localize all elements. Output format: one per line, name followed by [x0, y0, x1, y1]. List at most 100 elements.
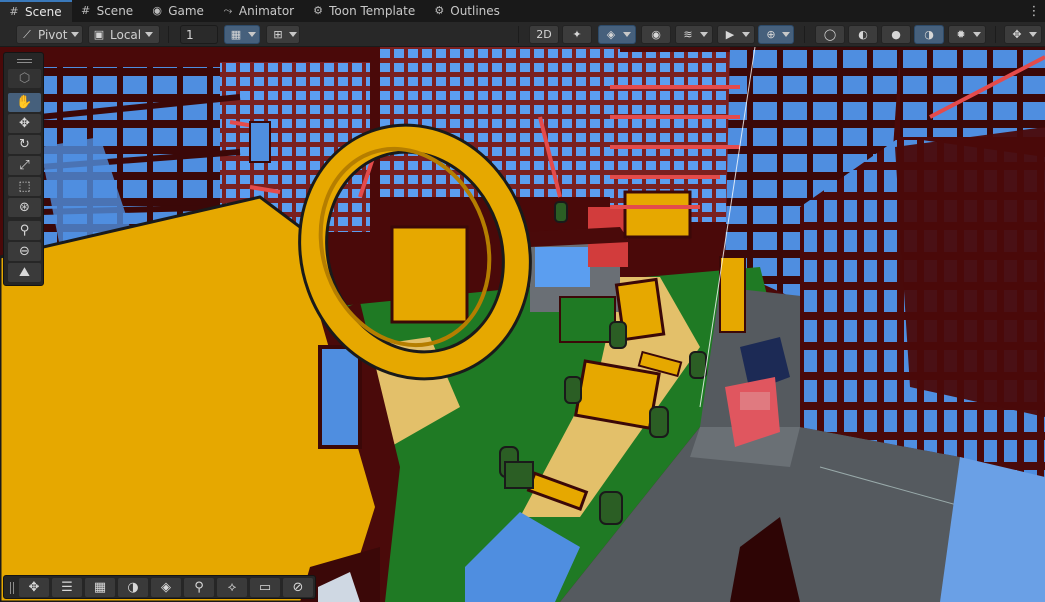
pivot-icon: ⟋: [23, 27, 31, 41]
hand-icon: ✋: [16, 95, 33, 110]
toolbar-divider: [518, 26, 519, 43]
bottom-overlay: ✥ ☰ ▦ ◑ ◈ ⚲ ⟡ ▭ ⊘: [3, 575, 316, 599]
gizmo-icon: ⊕: [766, 28, 776, 41]
scale-icon: ⤢: [19, 158, 30, 173]
camera-dropdown[interactable]: ▶: [717, 25, 755, 44]
rotate-icon: ↻: [19, 137, 30, 152]
rotate-tool-button[interactable]: ↻: [8, 135, 41, 154]
view-cube-icon[interactable]: ⬡: [8, 69, 41, 88]
tab-scene[interactable]: # Scene: [72, 0, 144, 22]
terrain-icon: ⛰: [19, 265, 30, 280]
lit-sphere-icon: ◑: [127, 580, 139, 595]
tab-label: Outlines: [450, 4, 500, 18]
local-label: Local: [110, 27, 142, 42]
more-options-icon[interactable]: ⋮: [1023, 0, 1045, 22]
grid-icon: ▦: [230, 28, 242, 41]
transform-tool-button[interactable]: ⊛: [8, 198, 41, 217]
tab-scene-active[interactable]: # Scene: [0, 0, 72, 22]
tab-bar: # Scene # Scene ◉ Game ⤳ Animator ⚙ Toon…: [0, 0, 1045, 22]
tools-overlay: ⬡ ✋ ✥ ↻ ⤢ ⬚ ⊛ ⚲ ⊖ ⛰: [3, 52, 44, 286]
chevron-down-icon: [1029, 32, 1037, 37]
chevron-down-icon: [742, 32, 750, 37]
unlit-shading-button[interactable]: ●: [881, 25, 911, 44]
scene-visibility-button[interactable]: ◉: [641, 25, 671, 44]
chevron-down-icon: [289, 32, 297, 37]
tab-label: Scene: [25, 5, 62, 19]
tab-game[interactable]: ◉ Game: [143, 0, 214, 22]
layers-icon: ◈: [606, 28, 616, 41]
hash-icon: #: [9, 5, 19, 18]
effects-dropdown[interactable]: ◈: [598, 25, 636, 44]
cube-icon: ▣: [93, 28, 105, 41]
lit-sphere-icon: ◑: [924, 28, 934, 41]
camera-icon: ▶: [725, 28, 735, 41]
overlay-grid-button[interactable]: ▦: [85, 578, 115, 597]
pivot-label: Pivot: [38, 27, 68, 42]
compass-icon: ⊘: [292, 580, 304, 595]
wireframe-sphere-icon: ◯: [823, 28, 837, 41]
overlay-move-button[interactable]: ✥: [19, 578, 49, 597]
tab-label: Scene: [96, 4, 134, 18]
chevron-down-icon: [623, 32, 631, 37]
orientation-dropdown[interactable]: ✥: [1004, 25, 1042, 44]
tab-outlines[interactable]: ⚙ Outlines: [425, 0, 510, 22]
stack-icon: ≋: [683, 28, 693, 41]
pivot-dropdown[interactable]: ⟋ Pivot: [16, 25, 83, 44]
custom-tool-button[interactable]: ⚲: [8, 221, 41, 240]
shaded-shading-button[interactable]: ◑: [914, 25, 944, 44]
snap-grid-icon: ⊞: [273, 28, 283, 41]
collider-tool-button[interactable]: ⊖: [8, 242, 41, 261]
shaded-wire-sphere-icon: ◐: [858, 28, 868, 41]
overlay-compass-button[interactable]: ⊘: [283, 578, 313, 597]
shaded-wireframe-button[interactable]: ◐: [848, 25, 878, 44]
gamepad-icon: ◉: [152, 4, 162, 17]
light-icon: ✦: [572, 28, 582, 41]
navigate-icon: ⟡: [227, 580, 237, 595]
chevron-down-icon: [700, 32, 708, 37]
gear-icon: ⚙: [434, 4, 445, 17]
hand-tool-button[interactable]: ✋: [8, 93, 41, 112]
rect-tool-button[interactable]: ⬚: [8, 177, 41, 196]
overlay-grip[interactable]: [17, 59, 32, 60]
solid-sphere-icon: ●: [891, 28, 901, 41]
chevron-down-icon: [145, 32, 154, 37]
overlay-layers-button[interactable]: ◈: [151, 578, 181, 597]
scale-tool-button[interactable]: ⤢: [8, 156, 41, 175]
search-icon: ⚲: [194, 580, 204, 595]
lighting-toggle-button[interactable]: ✦: [562, 25, 592, 44]
move-icon: ✥: [19, 116, 30, 131]
toggle-2d-button[interactable]: 2D: [529, 25, 559, 44]
scene-render: [0, 47, 1045, 602]
align-icon: ☰: [61, 580, 73, 595]
overlay-navigate-button[interactable]: ⟡: [217, 578, 247, 597]
local-dropdown[interactable]: ▣ Local: [88, 25, 160, 44]
toolbar-divider: [995, 26, 996, 43]
tab-animator[interactable]: ⤳ Animator: [214, 0, 304, 22]
overlay-shading-button[interactable]: ◑: [118, 578, 148, 597]
hash-icon: #: [80, 4, 91, 17]
debug-draw-dropdown[interactable]: ✹: [948, 25, 986, 44]
wireframe-shading-button[interactable]: ◯: [815, 25, 845, 44]
custom-tool-icon: ⚲: [19, 223, 30, 238]
bug-icon: ✹: [956, 28, 966, 41]
overlay-align-button[interactable]: ☰: [52, 578, 82, 597]
eye-icon: ◉: [651, 28, 661, 41]
rect-icon: ⬚: [18, 179, 31, 194]
overlay-camera-button[interactable]: ▭: [250, 578, 280, 597]
chevron-down-icon: [71, 32, 80, 37]
grid-visibility-button[interactable]: ▦: [224, 25, 260, 44]
render-layers-dropdown[interactable]: ≋: [675, 25, 713, 44]
chevron-down-icon: [782, 32, 790, 37]
tab-label: Game: [168, 4, 204, 18]
grid-snap-input[interactable]: [180, 25, 218, 44]
grid-snapping-button[interactable]: ⊞: [266, 25, 300, 44]
chevron-down-icon: [248, 32, 256, 37]
overlay-grip[interactable]: [10, 582, 11, 594]
gizmos-dropdown[interactable]: ⊕: [758, 25, 794, 44]
tab-toon-template[interactable]: ⚙ Toon Template: [304, 0, 425, 22]
terrain-tool-button[interactable]: ⛰: [8, 263, 41, 282]
move-tool-button[interactable]: ✥: [8, 114, 41, 133]
scene-viewport[interactable]: [0, 47, 1045, 602]
overlay-search-button[interactable]: ⚲: [184, 578, 214, 597]
animator-icon: ⤳: [223, 4, 233, 17]
